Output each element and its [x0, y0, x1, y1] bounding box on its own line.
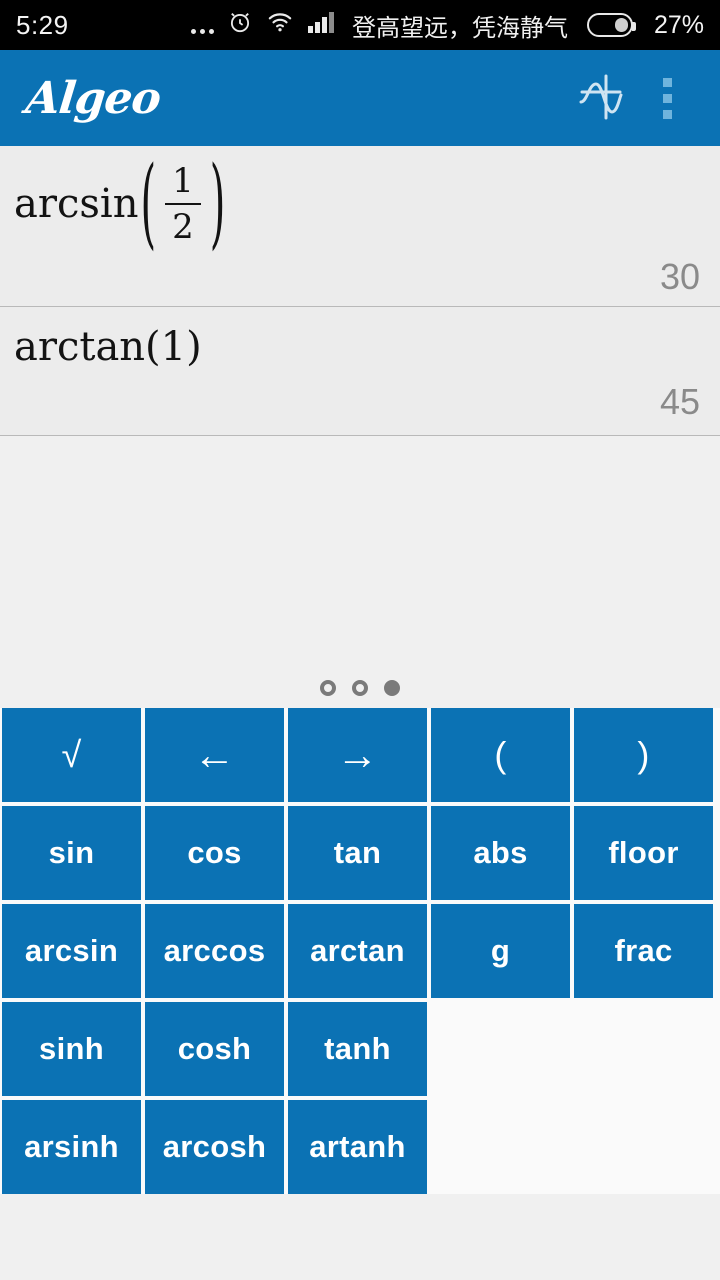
key-tanh[interactable]: tanh	[288, 1002, 427, 1097]
status-icons: 登高望远，凭海静气 27%	[190, 8, 704, 43]
history-expression: arctan(1)	[14, 323, 706, 371]
wifi-icon	[266, 9, 294, 42]
battery-icon	[586, 13, 636, 37]
key-cursor-left[interactable]: ←	[145, 708, 284, 803]
page-dot-3[interactable]	[384, 680, 400, 697]
fraction-denominator: 2	[172, 207, 194, 248]
expression-text: arctan(1)	[14, 324, 202, 371]
expression-close-paren: )	[209, 147, 226, 261]
key-arcsin[interactable]: arcsin	[2, 904, 141, 999]
fraction-numerator: 1	[172, 161, 194, 201]
battery-percent-label: 27%	[653, 10, 704, 39]
empty-history-area	[0, 436, 720, 669]
history-result: 45	[659, 381, 700, 423]
status-bar: 5:29 登高望远，凭海静气 27%	[0, 0, 720, 50]
key-tan[interactable]: tan	[288, 806, 427, 901]
key-arcosh[interactable]: arcosh	[145, 1100, 284, 1195]
history-result: 30	[659, 256, 700, 298]
key-arsinh[interactable]: arsinh	[2, 1100, 141, 1195]
app-bar: Algeo	[0, 50, 720, 146]
key-frac[interactable]: frac	[574, 904, 713, 999]
key-cursor-right[interactable]: →	[288, 708, 427, 803]
key-arccos[interactable]: arccos	[145, 904, 284, 999]
fraction-bar	[165, 203, 201, 206]
key-abs[interactable]: abs	[431, 806, 570, 901]
expression-open-paren: (	[140, 147, 157, 261]
expression-fraction: 1 2	[165, 162, 201, 246]
key-open-paren[interactable]: (	[431, 708, 570, 803]
function-keypad: √ ← → ( ) sin cos tan abs floor arcsin a…	[0, 708, 720, 1195]
key-floor[interactable]: floor	[574, 806, 713, 901]
expression-function-name: arcsin	[14, 181, 139, 228]
calculation-history: arcsin ( 1 2 ) 30 arctan(1) 45	[0, 146, 720, 437]
key-sinh[interactable]: sinh	[2, 1002, 141, 1097]
key-artanh[interactable]: artanh	[288, 1100, 427, 1195]
keypad-row: arcsin arccos arctan g frac	[0, 904, 720, 999]
overflow-menu-button[interactable]	[634, 65, 700, 131]
key-sqrt[interactable]: √	[2, 708, 141, 803]
key-cosh[interactable]: cosh	[145, 1002, 284, 1097]
keypad-row: arsinh arcosh artanh	[0, 1100, 720, 1195]
overflow-menu-icon	[647, 70, 687, 126]
keypad-row: sinh cosh tanh	[0, 1002, 720, 1097]
more-dots-icon	[190, 12, 214, 38]
keypad-page-indicator[interactable]	[0, 668, 720, 708]
key-close-paren[interactable]: )	[574, 708, 713, 803]
key-arctan[interactable]: arctan	[288, 904, 427, 999]
status-carrier-label: 登高望远，凭海静气	[351, 14, 568, 42]
page-dot-2[interactable]	[352, 680, 368, 697]
cellular-signal-icon	[307, 9, 337, 42]
history-item[interactable]: arcsin ( 1 2 ) 30	[0, 146, 720, 308]
function-graph-icon	[573, 68, 629, 129]
history-expression: arcsin ( 1 2 )	[14, 155, 706, 253]
key-cos[interactable]: cos	[145, 806, 284, 901]
app-title: Algeo	[23, 72, 163, 124]
graph-view-button[interactable]	[568, 65, 634, 131]
page-dot-1[interactable]	[320, 680, 336, 697]
keypad-row: √ ← → ( )	[0, 708, 720, 803]
key-sin[interactable]: sin	[2, 806, 141, 901]
history-item[interactable]: arctan(1) 45	[0, 307, 720, 437]
alarm-clock-icon	[227, 9, 253, 42]
key-g[interactable]: g	[431, 904, 570, 999]
keypad-row: sin cos tan abs floor	[0, 806, 720, 901]
status-clock: 5:29	[16, 9, 69, 40]
app-root: 5:29 登高望远，凭海静气 27% Algeo arcsin (1 2) …	[0, 0, 720, 1280]
